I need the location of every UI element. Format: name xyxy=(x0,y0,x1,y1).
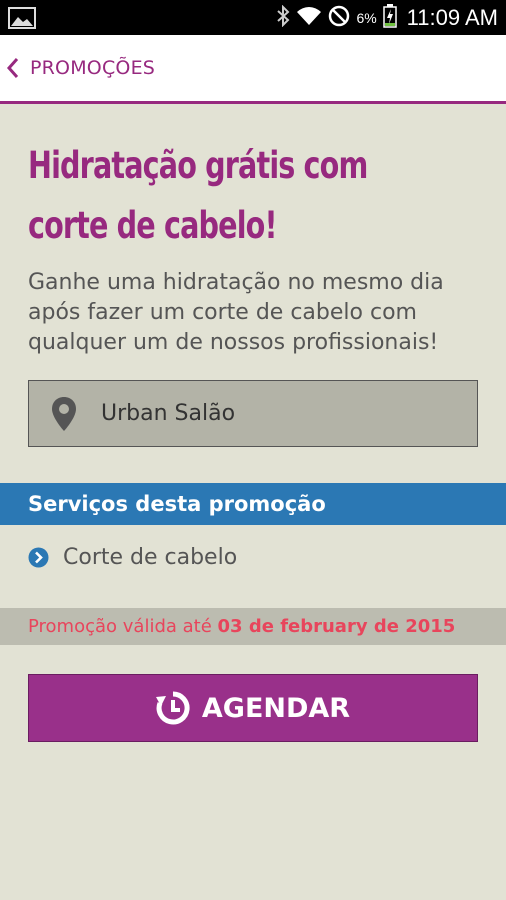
description-line-3: qualquer um de nossos profissionais! xyxy=(28,330,439,355)
validity-date: 03 de february de 2015 xyxy=(217,616,456,637)
status-bar: 6% 11:09 AM xyxy=(0,0,506,35)
validity-prefix: Promoção válida até xyxy=(28,616,218,637)
image-icon xyxy=(8,7,36,33)
service-name: Corte de cabelo xyxy=(63,544,238,570)
location-name: Urban Salão xyxy=(101,401,236,426)
promo-description: Ganhe uma hidratação no mesmo dia após f… xyxy=(28,268,488,358)
schedule-clock-icon xyxy=(155,691,190,725)
map-pin-icon xyxy=(51,396,77,432)
app-bar: PROMOÇÕES xyxy=(0,35,506,104)
validity-bar: Promoção válida até 03 de february de 20… xyxy=(0,608,506,645)
description-line-1: Ganhe uma hidratação no mesmo dia xyxy=(28,270,444,295)
wifi-icon xyxy=(296,5,322,31)
services-header: Serviços desta promoção xyxy=(0,483,506,525)
validity-text: Promoção válida até 03 de february de 20… xyxy=(28,616,455,637)
services-header-label: Serviços desta promoção xyxy=(28,492,326,516)
description-line-2: após fazer um corte de cabelo com xyxy=(28,300,417,325)
chevron-circle-right-icon xyxy=(28,547,49,568)
battery-charging-icon xyxy=(382,3,397,32)
headline-line-1: Hidratação grátis com xyxy=(28,144,368,187)
battery-percent: 6% xyxy=(356,9,377,26)
bluetooth-icon xyxy=(276,4,290,31)
do-not-disturb-icon xyxy=(328,5,350,31)
agendar-button-label: AGENDAR xyxy=(201,692,351,724)
page-title[interactable]: PROMOÇÕES xyxy=(30,57,155,79)
list-item[interactable]: Corte de cabelo xyxy=(28,540,237,574)
promo-headline: Hidratação grátis com corte de cabelo! xyxy=(28,136,415,256)
headline-line-2: corte de cabelo! xyxy=(28,204,278,247)
location-card[interactable]: Urban Salão xyxy=(28,380,478,447)
agendar-button[interactable]: AGENDAR xyxy=(28,674,478,742)
chevron-left-icon[interactable] xyxy=(6,56,26,80)
clock: 11:09 AM xyxy=(406,4,498,30)
